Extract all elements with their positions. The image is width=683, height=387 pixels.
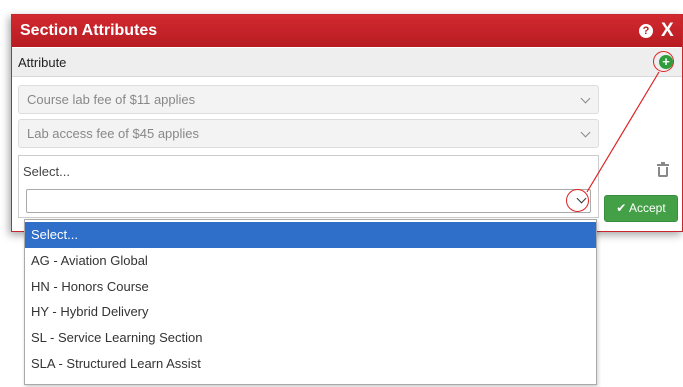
attribute-select-value: Lab access fee of $45 applies	[27, 126, 200, 141]
help-icon[interactable]: ?	[639, 24, 653, 38]
chevron-down-icon	[580, 127, 591, 138]
new-attribute-placeholder: Select...	[23, 164, 70, 179]
attribute-header-row: Attribute +	[12, 48, 682, 77]
attribute-options-dropdown: Select... AG - Aviation Global HN - Hono…	[24, 219, 597, 385]
dropdown-option[interactable]: HY - Hybrid Delivery	[25, 299, 596, 325]
trash-icon[interactable]	[657, 162, 669, 177]
add-button-callout	[653, 51, 674, 72]
accept-button[interactable]: ✔ Accept	[604, 195, 678, 222]
attribute-select-value: Course lab fee of $11 applies	[27, 92, 196, 107]
attribute-column-header: Attribute	[18, 55, 67, 70]
close-icon[interactable]: X	[661, 20, 674, 42]
new-attribute-select[interactable]: Select...	[18, 155, 599, 218]
title-bar: Section Attributes ? X	[12, 15, 682, 47]
dialog-title: Section Attributes	[20, 22, 158, 39]
attribute-search-input[interactable]	[26, 189, 591, 213]
dropdown-option[interactable]: AG - Aviation Global	[25, 248, 596, 274]
dropdown-option[interactable]: Select...	[25, 222, 596, 248]
chevron-down-icon	[580, 93, 591, 104]
dropdown-option[interactable]: HN - Honors Course	[25, 274, 596, 300]
dropdown-option[interactable]: SL - Service Learning Section	[25, 325, 596, 351]
attribute-select-1[interactable]: Course lab fee of $11 applies	[18, 85, 599, 114]
dropdown-toggle-callout	[566, 189, 589, 212]
dropdown-option[interactable]: SLA - Structured Learn Assist	[25, 351, 596, 377]
attribute-select-2[interactable]: Lab access fee of $45 applies	[18, 119, 599, 148]
